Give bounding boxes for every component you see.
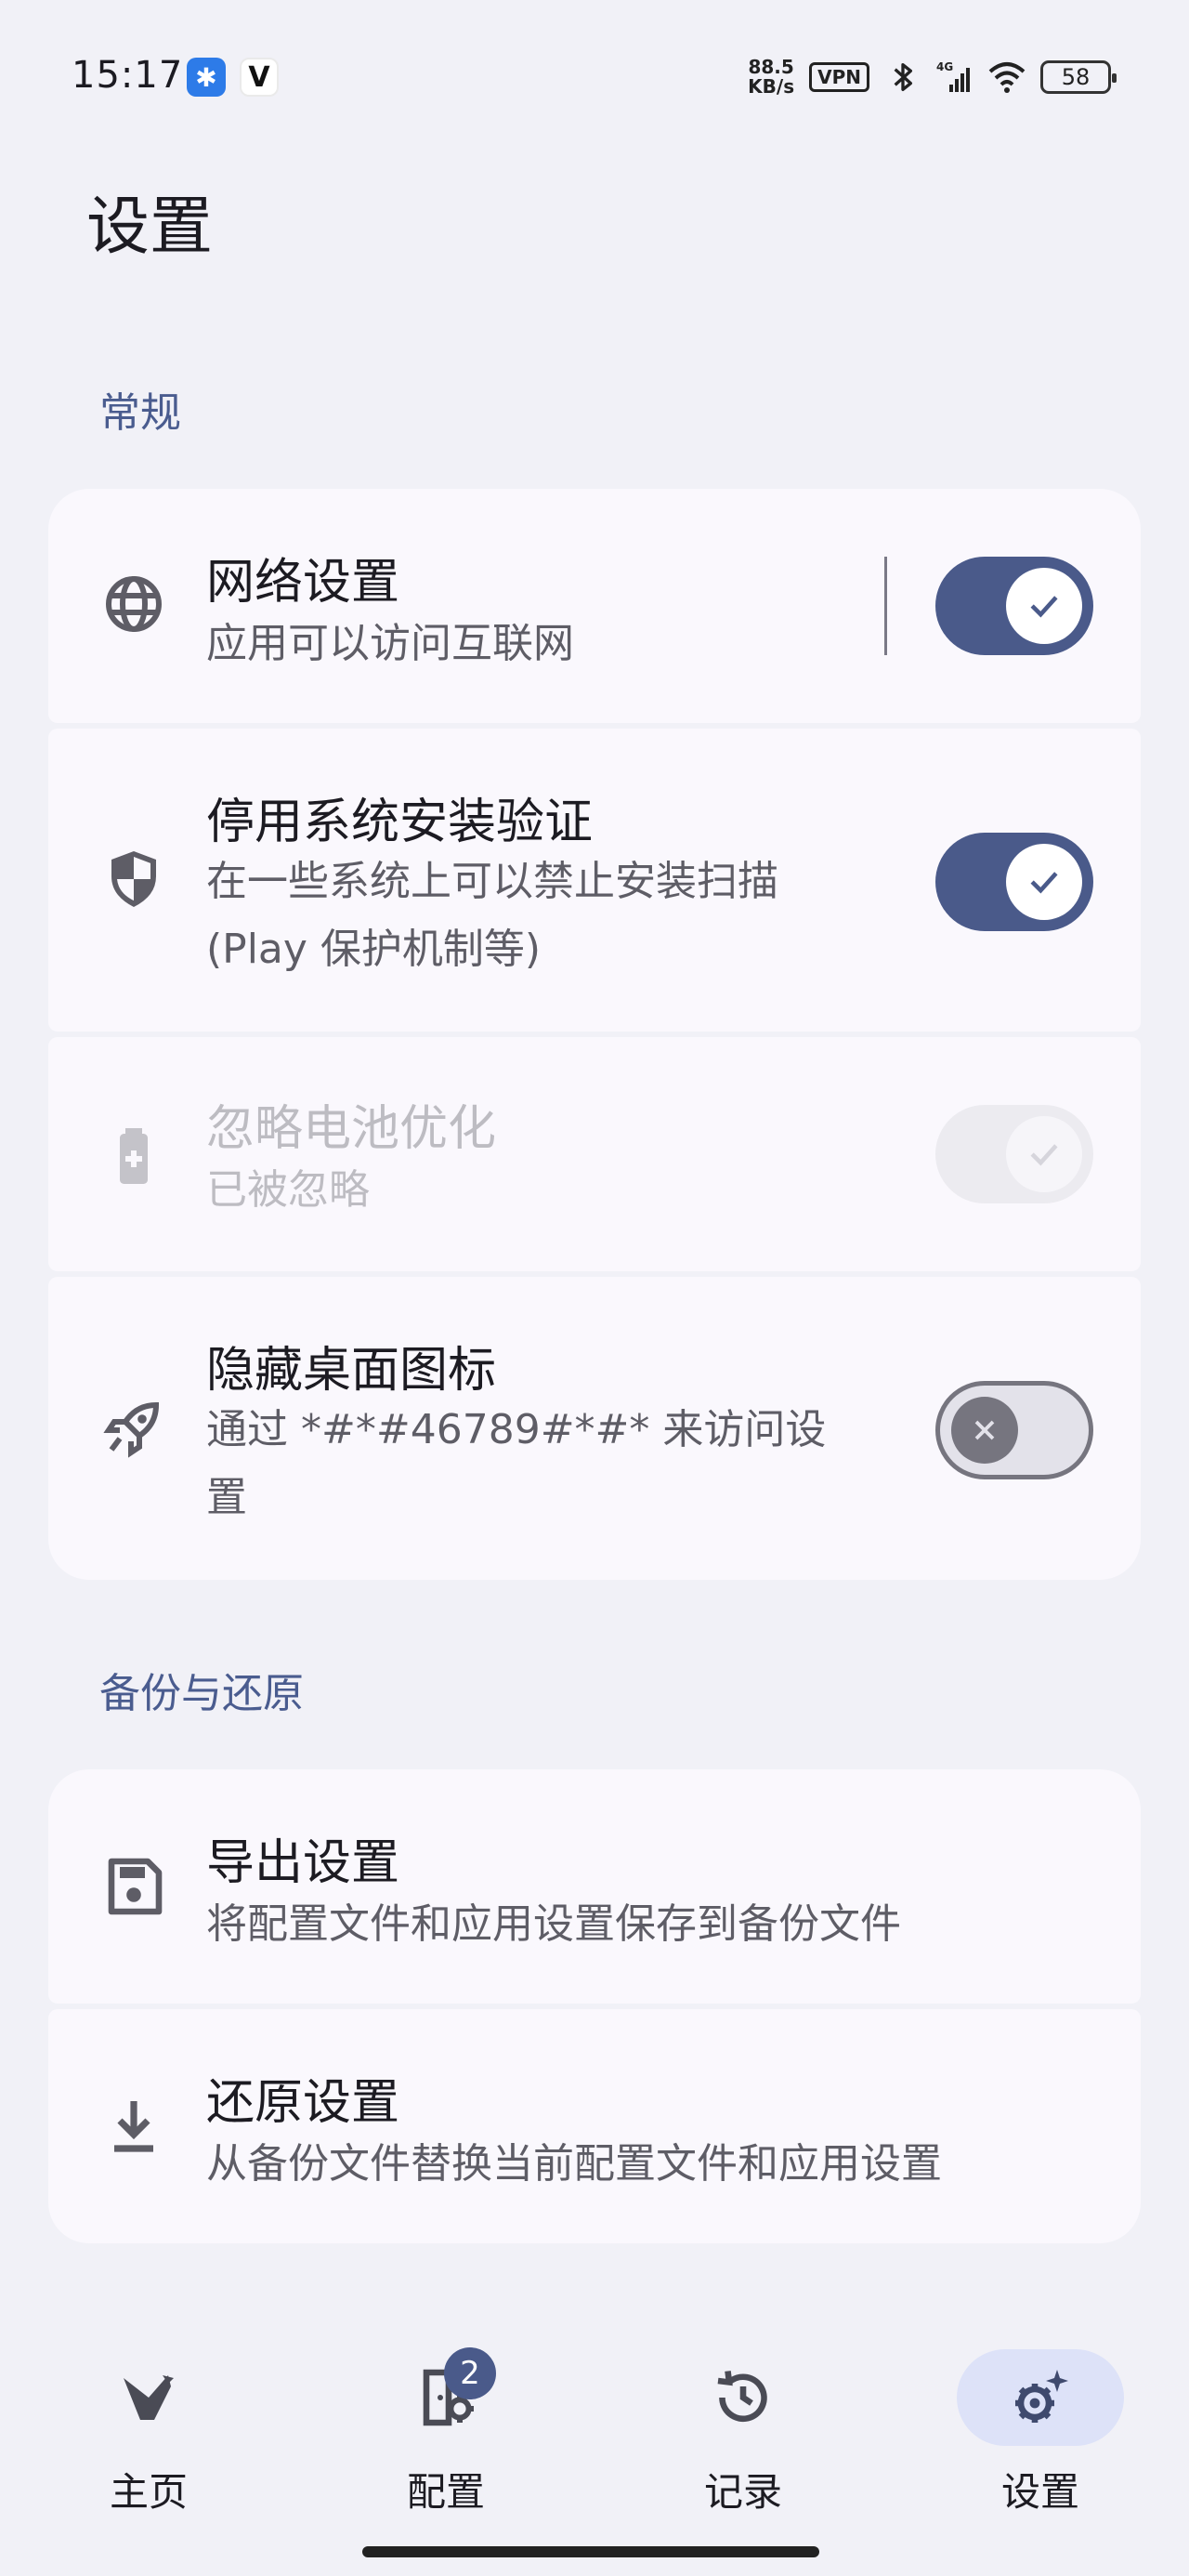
section-header-backup: 备份与还原 (99, 1670, 304, 1717)
check-icon (1030, 596, 1058, 618)
setting-title: 网络设置 (206, 555, 400, 611)
toggle-knob (951, 1397, 1018, 1464)
page-title: 设置 (86, 191, 214, 264)
status-indicators: 88.5 KB/s VPN 4G 58 (748, 54, 1117, 100)
nav-label: 配置 (406, 2469, 485, 2515)
home-bird-icon (124, 2375, 174, 2420)
bottom-navigation: 主页 配置 记录 设置 (0, 2323, 1189, 2576)
shield-icon (111, 851, 156, 907)
setting-subtitle: 将配置文件和应用设置保存到备份文件 (206, 1900, 901, 1948)
setting-subtitle: (Play 保护机制等) (206, 926, 542, 973)
svg-text:4G: 4G (936, 60, 953, 73)
setting-hide-launcher-icon[interactable]: 隐藏桌面图标 通过 *#*#46789#*#* 来访问设 置 (48, 1277, 1141, 1580)
profiles-count-badge: 2 (444, 2347, 496, 2399)
notification-app-icon: ✱ (187, 58, 226, 97)
setting-disable-install-verification[interactable]: 停用系统安装验证 在一些系统上可以禁止安装扫描 (Play 保护机制等) (48, 729, 1141, 1032)
setting-restore[interactable]: 还原设置 从备份文件替换当前配置文件和应用设置 (48, 2009, 1141, 2243)
setting-subtitle: 在一些系统上可以禁止安装扫描 (206, 858, 778, 905)
section-header-general: 常规 (99, 389, 181, 437)
battery-plus-icon (120, 1128, 148, 1184)
network-toggle[interactable] (935, 557, 1093, 655)
battery-indicator: 58 (1040, 60, 1117, 94)
download-icon (114, 2101, 153, 2152)
setting-ignore-battery-optimization: 忽略电池优化 已被忽略 (48, 1037, 1141, 1271)
notification-app-icon: V (240, 58, 279, 97)
nav-settings[interactable]: 设置 (892, 2323, 1189, 2515)
setting-title: 隐藏桌面图标 (206, 1343, 497, 1399)
nav-label: 主页 (109, 2469, 188, 2515)
setting-subtitle: 已被忽略 (206, 1166, 370, 1214)
settings-screen: 15:17 ✱ V 88.5 KB/s VPN 4G 58 设置 常规 网络设置… (0, 0, 1189, 2576)
toggle-knob (1006, 1116, 1082, 1192)
history-icon (717, 2371, 767, 2423)
bluetooth-icon (894, 63, 912, 92)
rocket-icon (103, 1401, 160, 1458)
setting-network[interactable]: 网络设置 应用可以访问互联网 (48, 489, 1141, 723)
nav-history[interactable]: 记录 (594, 2323, 892, 2515)
setting-subtitle: 应用可以访问互联网 (206, 620, 574, 667)
setting-subtitle: 置 (206, 1474, 247, 1521)
status-time: 15:17 (72, 54, 184, 97)
close-icon (974, 1420, 995, 1440)
setting-title: 还原设置 (206, 2075, 400, 2131)
status-bar: 15:17 ✱ V 88.5 KB/s VPN 4G 58 (0, 0, 1189, 158)
install-verification-toggle[interactable] (935, 833, 1093, 931)
toggle-knob (1006, 844, 1082, 920)
network-speed: 88.5 KB/s (748, 56, 795, 98)
nav-profiles[interactable]: 配置 (297, 2323, 594, 2515)
settings-gear-icon (1015, 2370, 1068, 2423)
home-indicator[interactable] (362, 2546, 819, 2557)
setting-export[interactable]: 导出设置 将配置文件和应用设置保存到备份文件 (48, 1769, 1141, 2004)
save-icon (108, 1858, 163, 1915)
setting-subtitle: 从备份文件替换当前配置文件和应用设置 (206, 2140, 942, 2188)
cellular-signal-icon: 4G (936, 60, 970, 92)
vpn-badge: VPN (809, 62, 869, 92)
setting-title: 忽略电池优化 (206, 1101, 497, 1157)
check-icon (1030, 872, 1058, 894)
hide-icon-toggle[interactable] (935, 1381, 1093, 1479)
setting-title: 停用系统安装验证 (206, 795, 594, 850)
nav-label: 设置 (1000, 2469, 1079, 2515)
toggle-knob (1006, 568, 1082, 644)
setting-title: 导出设置 (206, 1835, 400, 1891)
globe-icon (106, 576, 162, 632)
wifi-icon (988, 62, 1026, 93)
battery-optimization-toggle (935, 1105, 1093, 1203)
switch-divider (884, 557, 887, 655)
nav-label: 记录 (703, 2469, 782, 2515)
setting-subtitle: 通过 *#*#46789#*#* 来访问设 (206, 1406, 827, 1453)
check-icon (1030, 1144, 1058, 1166)
nav-home[interactable]: 主页 (0, 2323, 297, 2515)
